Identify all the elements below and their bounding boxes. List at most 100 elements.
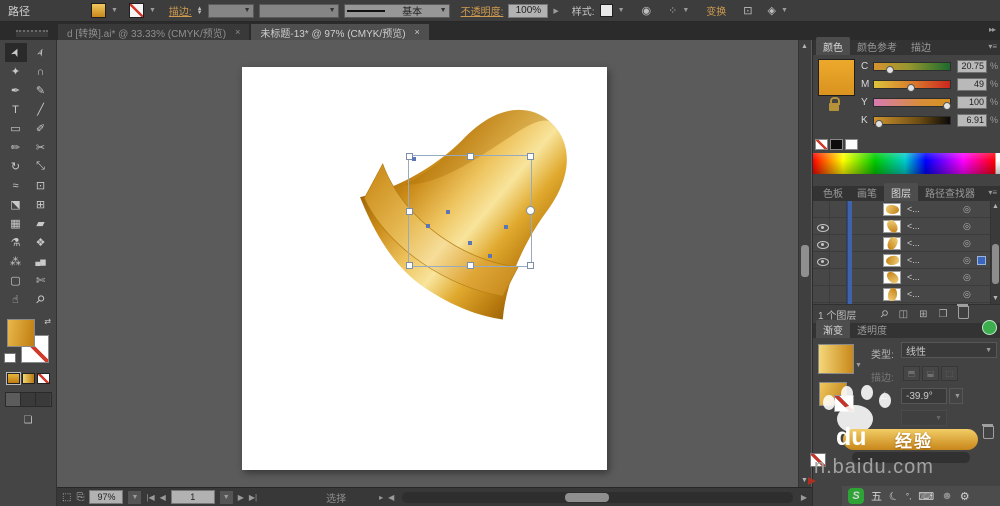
eyedropper-tool[interactable]: ⚗ xyxy=(5,233,27,252)
draw-inside-button[interactable] xyxy=(36,393,50,406)
delete-layer-icon[interactable] xyxy=(958,306,969,322)
slice-tool[interactable]: ✄ xyxy=(30,271,52,290)
screen-mode-button[interactable]: ❏ xyxy=(0,415,56,426)
blend-tool[interactable]: ❖ xyxy=(30,233,52,252)
handle-top-right[interactable] xyxy=(527,153,534,160)
layer-target-icon[interactable]: ◎ xyxy=(963,238,971,249)
handle-mid-left[interactable] xyxy=(406,208,413,215)
brush-select[interactable]: 基本 ▼ xyxy=(344,4,450,18)
gradient-tool[interactable]: ▰ xyxy=(30,214,52,233)
zoom-tool[interactable]: ⚲ xyxy=(30,290,52,309)
color-spectrum-bar[interactable] xyxy=(813,153,1000,174)
layer-thumbnail[interactable] xyxy=(883,220,901,233)
channel-slider[interactable] xyxy=(873,98,951,107)
color-button[interactable] xyxy=(7,373,20,384)
layer-row[interactable]: <... ◎ xyxy=(813,286,1000,303)
shape-builder-tool[interactable]: ⬔ xyxy=(5,195,27,214)
layer-thumbnail[interactable] xyxy=(883,237,901,250)
layer-thumbnail[interactable] xyxy=(883,203,901,216)
layer-label[interactable]: <... xyxy=(907,204,920,214)
width-tool[interactable]: ≈ xyxy=(5,176,27,195)
channel-value-input[interactable]: 20.75 xyxy=(957,60,987,73)
rectangle-tool[interactable]: ▭ xyxy=(5,119,27,138)
stroke-within-icon[interactable]: ⬒ xyxy=(903,366,920,381)
visibility-eye-icon[interactable] xyxy=(817,241,829,249)
ime-settings-icon[interactable]: ⚙ xyxy=(960,490,970,503)
swap-fill-stroke-icon[interactable]: ⇄ xyxy=(44,317,51,326)
dock-collapse-icon[interactable]: ▸▸ xyxy=(989,25,995,34)
gradient-preset-dropdown-icon[interactable]: ▼ xyxy=(855,362,862,369)
layer-label[interactable]: <... xyxy=(907,255,920,265)
status-expand-icon[interactable]: ▸ xyxy=(379,493,383,502)
fill-dropdown-icon[interactable]: ▼ xyxy=(111,7,118,14)
magic-wand-tool[interactable]: ✦ xyxy=(5,62,27,81)
tab-stroke[interactable]: 描边 xyxy=(904,37,938,55)
handle-mid-right[interactable] xyxy=(526,206,535,215)
layers-scrollbar-thumb[interactable] xyxy=(992,244,999,284)
ime-user-icon[interactable]: ☻ xyxy=(941,490,953,502)
hand-tool[interactable]: ☝ xyxy=(5,290,27,309)
zoom-dropdown-icon[interactable]: ▼ xyxy=(128,491,141,504)
free-transform-tool[interactable]: ⊡ xyxy=(30,176,52,195)
layer-target-icon[interactable]: ◎ xyxy=(963,289,971,300)
stroke-link[interactable]: 描边: xyxy=(169,3,192,18)
white-swatch[interactable] xyxy=(845,139,858,150)
black-swatch[interactable] xyxy=(830,139,843,150)
scroll-down-icon[interactable]: ▼ xyxy=(801,477,808,484)
rotate-tool[interactable]: ↻ xyxy=(5,157,27,176)
align-options-icon[interactable]: ⁘ xyxy=(668,4,677,17)
tab-pathfinder[interactable]: 路径查找器 xyxy=(918,183,982,201)
selection-tool[interactable]: ➤ xyxy=(5,43,27,62)
last-artboard-icon[interactable]: ▶| xyxy=(249,493,257,502)
stroke-across-icon[interactable]: ⬚ xyxy=(941,366,958,381)
ime-moon-icon[interactable]: ☾ xyxy=(887,488,901,504)
ime-toolbar[interactable]: S 五 ☾ °, ⌨ ☻ ⚙ xyxy=(842,486,1000,506)
layer-row[interactable]: <... ◎ xyxy=(813,235,1000,252)
layer-target-icon[interactable]: ◎ xyxy=(963,221,971,232)
tab-brushes[interactable]: 画笔 xyxy=(850,183,884,201)
scroll-up-icon[interactable]: ▲ xyxy=(801,43,808,50)
path-anchor[interactable] xyxy=(426,224,430,228)
visibility-eye-icon[interactable] xyxy=(817,258,829,266)
path-anchor[interactable] xyxy=(446,210,450,214)
layer-thumbnail[interactable] xyxy=(883,271,901,284)
recolor-artwork-icon[interactable]: ◉ xyxy=(642,4,652,17)
path-anchor[interactable] xyxy=(468,241,472,245)
layers-scroll-up-icon[interactable]: ▲ xyxy=(992,203,999,210)
handle-top-center[interactable] xyxy=(467,153,474,160)
selection-bounding-box[interactable] xyxy=(408,155,532,267)
layer-row[interactable]: <... ◎ xyxy=(813,218,1000,235)
tab-color[interactable]: 颜色 xyxy=(816,37,850,55)
layer-target-icon[interactable]: ◎ xyxy=(963,272,971,283)
draw-normal-button[interactable] xyxy=(6,393,21,406)
type-tool[interactable]: T xyxy=(5,100,27,119)
channel-slider[interactable] xyxy=(873,116,951,125)
path-anchor[interactable] xyxy=(488,254,492,258)
gradient-button[interactable] xyxy=(22,373,35,384)
current-color-swatch[interactable] xyxy=(818,59,855,96)
line-tool[interactable]: ╱ xyxy=(30,100,52,119)
layer-label[interactable]: <... xyxy=(907,221,920,231)
pen-tool[interactable]: ✒ xyxy=(5,81,27,100)
color-panel-menu-icon[interactable]: ▾≡ xyxy=(988,42,997,51)
layer-row[interactable]: <... ◎ xyxy=(813,252,1000,269)
channel-slider[interactable] xyxy=(873,80,951,89)
tab-color-guide[interactable]: 颜色参考 xyxy=(850,37,904,55)
make-clip-mask-icon[interactable]: ◫ xyxy=(899,309,908,320)
channel-slider-thumb[interactable] xyxy=(875,120,883,128)
fill-proxy[interactable] xyxy=(7,319,35,347)
ime-punct-icon[interactable]: °, xyxy=(906,492,911,501)
stroke-along-icon[interactable]: ⬓ xyxy=(922,366,939,381)
horizontal-scrollbar[interactable] xyxy=(402,492,793,503)
locate-object-icon[interactable]: ⚲ xyxy=(878,308,891,321)
opacity-link[interactable]: 不透明度: xyxy=(461,3,504,18)
prev-artboard-icon[interactable]: ◀ xyxy=(160,493,166,502)
gradient-angle-input[interactable]: -39.9° xyxy=(901,388,947,404)
channel-slider-thumb[interactable] xyxy=(907,84,915,92)
lasso-tool[interactable]: ∩ xyxy=(30,62,52,81)
visibility-eye-icon[interactable] xyxy=(817,224,829,232)
layer-target-icon[interactable]: ◎ xyxy=(963,204,971,215)
gradient-angle-dropdown-icon[interactable]: ▼ xyxy=(949,388,963,404)
none-swatch[interactable] xyxy=(815,139,828,150)
close-tab-2-icon[interactable]: × xyxy=(415,27,420,37)
